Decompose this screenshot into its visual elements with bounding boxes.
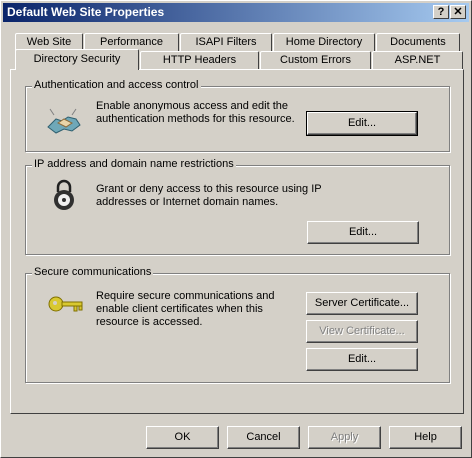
auth-group: Authentication and access control Enable… bbox=[25, 79, 450, 152]
ok-button[interactable]: OK bbox=[146, 426, 219, 449]
tab-isapi-filters[interactable]: ISAPI Filters bbox=[180, 33, 272, 51]
tab-directory-security[interactable]: Directory Security bbox=[15, 49, 139, 70]
cancel-button[interactable]: Cancel bbox=[227, 426, 300, 449]
auth-description: Enable anonymous access and edit the aut… bbox=[96, 100, 295, 125]
padlock-icon bbox=[54, 179, 74, 210]
secure-description: Require secure communications and enable… bbox=[96, 290, 275, 328]
secure-group: Secure communications Require secure com… bbox=[25, 266, 450, 383]
ip-group: IP address and domain name restrictions … bbox=[25, 158, 450, 255]
close-button[interactable]: ✕ bbox=[450, 5, 466, 19]
ip-edit-button[interactable]: Edit... bbox=[307, 221, 419, 244]
tab-home-directory[interactable]: Home Directory bbox=[273, 33, 375, 51]
secure-group-title: Secure communications bbox=[32, 266, 154, 278]
key-icon bbox=[48, 296, 83, 312]
help-button[interactable]: Help bbox=[389, 426, 462, 449]
tab-asp-net[interactable]: ASP.NET bbox=[372, 51, 463, 69]
server-certificate-button[interactable]: Server Certificate... bbox=[306, 292, 418, 315]
window-title: Default Web Site Properties bbox=[7, 5, 165, 19]
title-bar[interactable]: Default Web Site Properties ? ✕ bbox=[3, 3, 469, 22]
auth-edit-button[interactable]: Edit... bbox=[306, 111, 418, 136]
handshake-icon bbox=[47, 108, 81, 134]
ip-group-title: IP address and domain name restrictions bbox=[32, 158, 236, 170]
ip-description: Grant or deny access to this resource us… bbox=[96, 183, 322, 208]
tab-documents[interactable]: Documents bbox=[376, 33, 460, 51]
tab-http-headers[interactable]: HTTP Headers bbox=[140, 51, 259, 69]
properties-dialog: Default Web Site Properties ? ✕ Web Site… bbox=[0, 0, 472, 458]
help-title-button[interactable]: ? bbox=[433, 5, 449, 19]
tab-panel: Authentication and access control Enable… bbox=[10, 69, 464, 414]
auth-group-title: Authentication and access control bbox=[32, 79, 201, 91]
apply-button[interactable]: Apply bbox=[308, 426, 381, 449]
tab-custom-errors[interactable]: Custom Errors bbox=[260, 51, 371, 69]
close-icon: ✕ bbox=[453, 6, 463, 18]
secure-edit-button[interactable]: Edit... bbox=[306, 348, 418, 371]
view-certificate-button[interactable]: View Certificate... bbox=[306, 320, 418, 343]
